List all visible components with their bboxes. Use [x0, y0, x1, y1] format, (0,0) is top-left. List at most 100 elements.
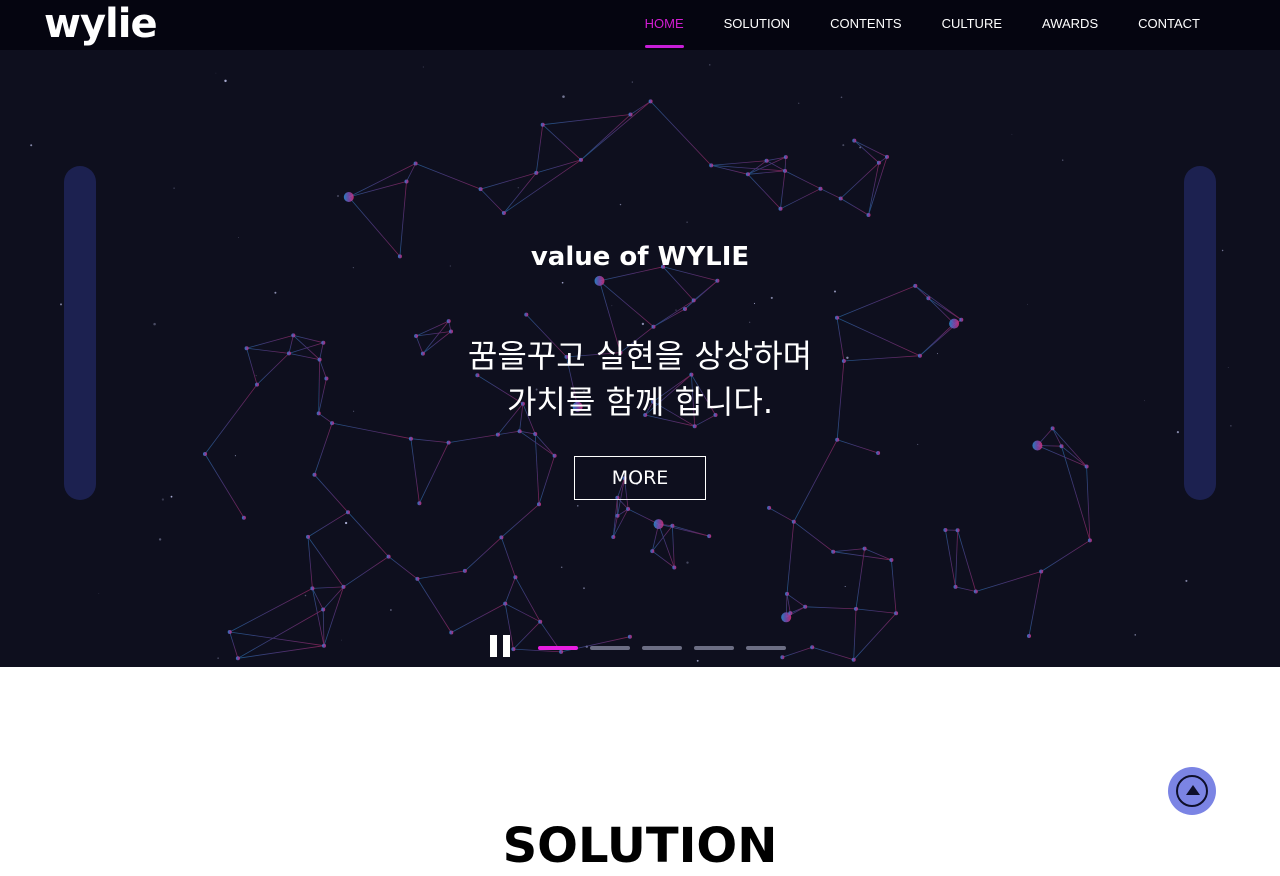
- star: [215, 72, 217, 74]
- mesh-line: [786, 593, 791, 614]
- mesh-line: [1061, 445, 1087, 467]
- mesh-line: [833, 548, 865, 553]
- mesh-line: [417, 578, 452, 633]
- mesh-node: [949, 318, 960, 329]
- mesh-line: [780, 170, 786, 209]
- star: [770, 296, 773, 299]
- mesh-node: [446, 319, 451, 324]
- nav-contact[interactable]: CONTACT: [1118, 0, 1220, 50]
- mesh-line: [501, 503, 540, 538]
- more-button[interactable]: MORE: [574, 456, 706, 500]
- star: [153, 322, 156, 326]
- mesh-node: [534, 170, 539, 175]
- nav-home[interactable]: HOME: [625, 0, 704, 50]
- mesh-node: [1032, 440, 1043, 451]
- star: [844, 585, 846, 588]
- mesh-node: [745, 172, 750, 177]
- star: [341, 639, 342, 641]
- star: [517, 187, 519, 189]
- mesh-node: [835, 437, 840, 442]
- mesh-line: [782, 646, 813, 658]
- mesh-node: [511, 647, 516, 652]
- mesh-line: [786, 521, 795, 594]
- mesh-node: [346, 510, 350, 515]
- mesh-node: [306, 534, 310, 539]
- hero-slider: value of WYLIE 꿈을꾸고 실현을 상상하며 가치를 함께 합니다.…: [0, 50, 1280, 667]
- star: [344, 521, 348, 525]
- mesh-line: [237, 609, 324, 659]
- slide-dot-4[interactable]: [694, 646, 734, 650]
- mesh-line: [307, 536, 344, 588]
- mesh-line: [766, 156, 786, 162]
- main-nav: HOME SOLUTION CONTENTS CULTURE AWARDS CO…: [625, 0, 1220, 50]
- mesh-line: [853, 613, 897, 661]
- star: [749, 321, 751, 323]
- mesh-line: [658, 523, 675, 568]
- mesh-node: [503, 601, 508, 606]
- star: [753, 302, 756, 305]
- mesh-line: [497, 430, 520, 435]
- mesh-node: [408, 436, 413, 441]
- logo[interactable]: wylie: [44, 2, 158, 46]
- mesh-node: [683, 307, 687, 311]
- mesh-node: [579, 157, 583, 162]
- mesh-line: [314, 422, 333, 475]
- mesh-line: [784, 170, 821, 190]
- star: [1176, 431, 1179, 434]
- mesh-node: [709, 163, 714, 168]
- mesh-node: [552, 453, 557, 458]
- star: [840, 96, 843, 99]
- star: [641, 322, 645, 326]
- mesh-line: [322, 586, 344, 610]
- mesh-node: [415, 576, 420, 581]
- mesh-node: [627, 634, 632, 639]
- mesh-line: [837, 439, 879, 454]
- back-to-top-button[interactable]: [1168, 767, 1216, 815]
- mesh-line: [854, 140, 888, 158]
- mesh-line: [672, 525, 675, 568]
- slide-dot-3[interactable]: [642, 646, 682, 650]
- mesh-node: [594, 275, 605, 286]
- slide-dot-2[interactable]: [590, 646, 630, 650]
- mesh-line: [229, 631, 325, 647]
- mesh-node: [767, 505, 772, 510]
- star: [98, 593, 100, 594]
- star: [696, 659, 699, 662]
- mesh-line: [229, 588, 313, 633]
- mesh-line: [348, 181, 407, 198]
- mesh-line: [419, 442, 449, 504]
- mesh-node: [803, 604, 808, 609]
- mesh-line: [312, 586, 344, 589]
- slide-dot-5[interactable]: [746, 646, 786, 650]
- mesh-node: [1050, 426, 1055, 431]
- mesh-node: [955, 528, 960, 533]
- mesh-node: [926, 296, 931, 301]
- slide-pagination: [538, 646, 786, 650]
- mesh-node: [851, 657, 856, 662]
- slide-dot-1[interactable]: [538, 646, 578, 650]
- star: [1027, 303, 1028, 305]
- nav-solution[interactable]: SOLUTION: [704, 0, 810, 50]
- mesh-node: [780, 655, 785, 660]
- mesh-node: [648, 99, 653, 104]
- pause-icon[interactable]: [490, 635, 510, 657]
- mesh-node: [386, 554, 391, 559]
- star: [675, 309, 677, 311]
- mesh-line: [312, 588, 324, 610]
- mesh-node: [852, 138, 857, 143]
- nav-contents[interactable]: CONTENTS: [810, 0, 922, 50]
- mesh-node: [533, 432, 538, 436]
- mesh-line: [793, 521, 834, 553]
- nav-awards[interactable]: AWARDS: [1022, 0, 1118, 50]
- nav-culture[interactable]: CULTURE: [922, 0, 1022, 50]
- mesh-line: [868, 156, 888, 216]
- mesh-node: [835, 315, 839, 320]
- mesh-line: [580, 101, 651, 161]
- mesh-node: [670, 523, 675, 528]
- mesh-node: [894, 611, 899, 616]
- mesh-node: [651, 324, 656, 329]
- mesh-node: [446, 440, 451, 445]
- mesh-line: [840, 198, 869, 216]
- mesh-node: [943, 528, 948, 532]
- mesh-node: [537, 502, 541, 507]
